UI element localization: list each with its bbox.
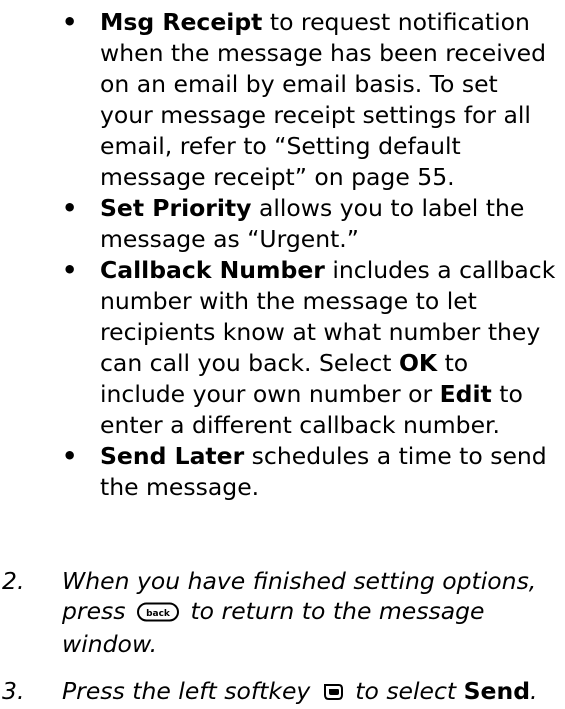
option-term: Send Later (100, 442, 245, 470)
bullet-text: Send Later schedules a time to send the … (100, 441, 557, 503)
steps-list: 2. When you have finished setting option… (2, 566, 562, 709)
send-term: Send (463, 677, 531, 705)
step-3: 3. Press the left softkey to select Send… (2, 676, 562, 709)
step-number: 2. (2, 567, 25, 595)
step-text-end: . (530, 677, 538, 705)
step-2: 2. When you have finished setting option… (2, 566, 562, 659)
edit-term: Edit (439, 380, 492, 408)
bullet-icon: • (62, 8, 78, 36)
list-item: • Msg Receipt to request notification wh… (62, 7, 557, 193)
left-softkey-icon (322, 679, 344, 709)
bullet-text: Msg Receipt to request notification when… (100, 7, 557, 193)
back-key-label: back (146, 609, 171, 619)
ok-term: OK (398, 349, 438, 377)
options-bullet-list: • Msg Receipt to request notification wh… (62, 7, 557, 503)
step-text-mid: to select (347, 677, 464, 705)
option-term: Callback Number (100, 256, 325, 284)
list-item: • Set Priority allows you to label the m… (62, 193, 557, 255)
list-item: • Callback Number includes a callback nu… (62, 255, 557, 441)
option-term: Set Priority (100, 194, 252, 222)
back-key-icon: back (137, 599, 179, 629)
bullet-icon: • (62, 442, 78, 470)
bullet-icon: • (62, 194, 78, 222)
step-text: Press the left softkey (62, 677, 318, 705)
bullet-text: Set Priority allows you to label the mes… (100, 193, 557, 255)
bullet-text: Callback Number includes a callback numb… (100, 255, 557, 441)
bullet-icon: • (62, 256, 78, 284)
option-term: Msg Receipt (100, 8, 263, 36)
step-number: 3. (2, 677, 25, 705)
manual-page: • Msg Receipt to request notification wh… (0, 0, 565, 705)
list-item: • Send Later schedules a time to send th… (62, 441, 557, 503)
